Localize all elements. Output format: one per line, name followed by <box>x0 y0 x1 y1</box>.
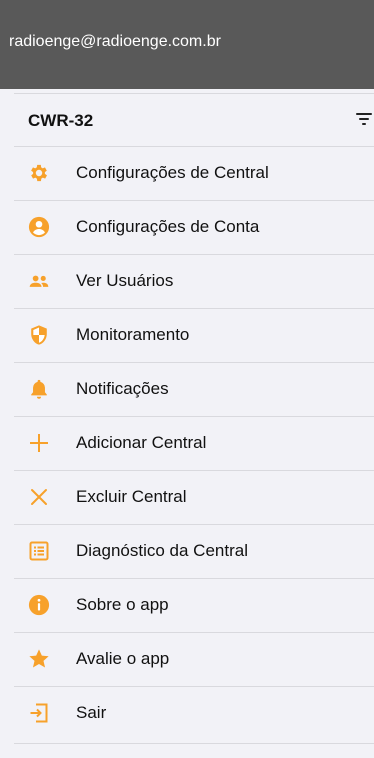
star-icon <box>28 648 50 670</box>
menu-item-diagnostics[interactable]: Diagnóstico da Central <box>0 524 374 578</box>
menu-item-delete-central[interactable]: Excluir Central <box>0 470 374 524</box>
close-icon <box>28 486 50 508</box>
account-email: radioenge@radioenge.com.br <box>9 33 221 50</box>
menu-item-view-users[interactable]: Ver Usuários <box>0 254 374 308</box>
menu-item-notifications[interactable]: Notificações <box>0 362 374 416</box>
central-name: CWR-32 <box>28 111 94 130</box>
bell-icon <box>28 378 50 400</box>
menu-item-label: Notificações <box>76 379 169 398</box>
menu-item-label: Sobre o app <box>76 595 169 614</box>
info-icon <box>28 594 50 616</box>
menu-item-account-settings[interactable]: Configurações de Conta <box>0 200 374 254</box>
filter-icon[interactable] <box>356 112 372 126</box>
menu-item-label: Excluir Central <box>76 487 187 506</box>
gear-icon <box>28 162 50 184</box>
account-header: radioenge@radioenge.com.br <box>0 0 374 89</box>
drawer-menu: Configurações de Central Configurações d… <box>0 146 374 740</box>
central-selector[interactable]: CWR-32 <box>0 94 374 146</box>
menu-item-label: Configurações de Conta <box>76 217 260 236</box>
logout-icon <box>28 702 50 724</box>
menu-item-rate-app[interactable]: Avalie o app <box>0 632 374 686</box>
list-icon <box>28 540 50 562</box>
menu-item-label: Diagnóstico da Central <box>76 541 248 560</box>
menu-item-label: Monitoramento <box>76 325 190 344</box>
menu-item-label: Sair <box>76 703 107 722</box>
users-icon <box>28 270 50 292</box>
menu-item-label: Adicionar Central <box>76 433 207 452</box>
divider <box>14 743 374 744</box>
plus-icon <box>28 432 50 454</box>
menu-item-monitoring[interactable]: Monitoramento <box>0 308 374 362</box>
menu-item-label: Configurações de Central <box>76 163 269 182</box>
menu-item-logout[interactable]: Sair <box>0 686 374 740</box>
account-icon <box>28 216 50 238</box>
menu-item-add-central[interactable]: Adicionar Central <box>0 416 374 470</box>
menu-item-label: Ver Usuários <box>76 271 174 290</box>
menu-item-central-settings[interactable]: Configurações de Central <box>0 146 374 200</box>
menu-item-label: Avalie o app <box>76 649 170 668</box>
shield-icon <box>28 324 50 346</box>
menu-item-about-app[interactable]: Sobre o app <box>0 578 374 632</box>
